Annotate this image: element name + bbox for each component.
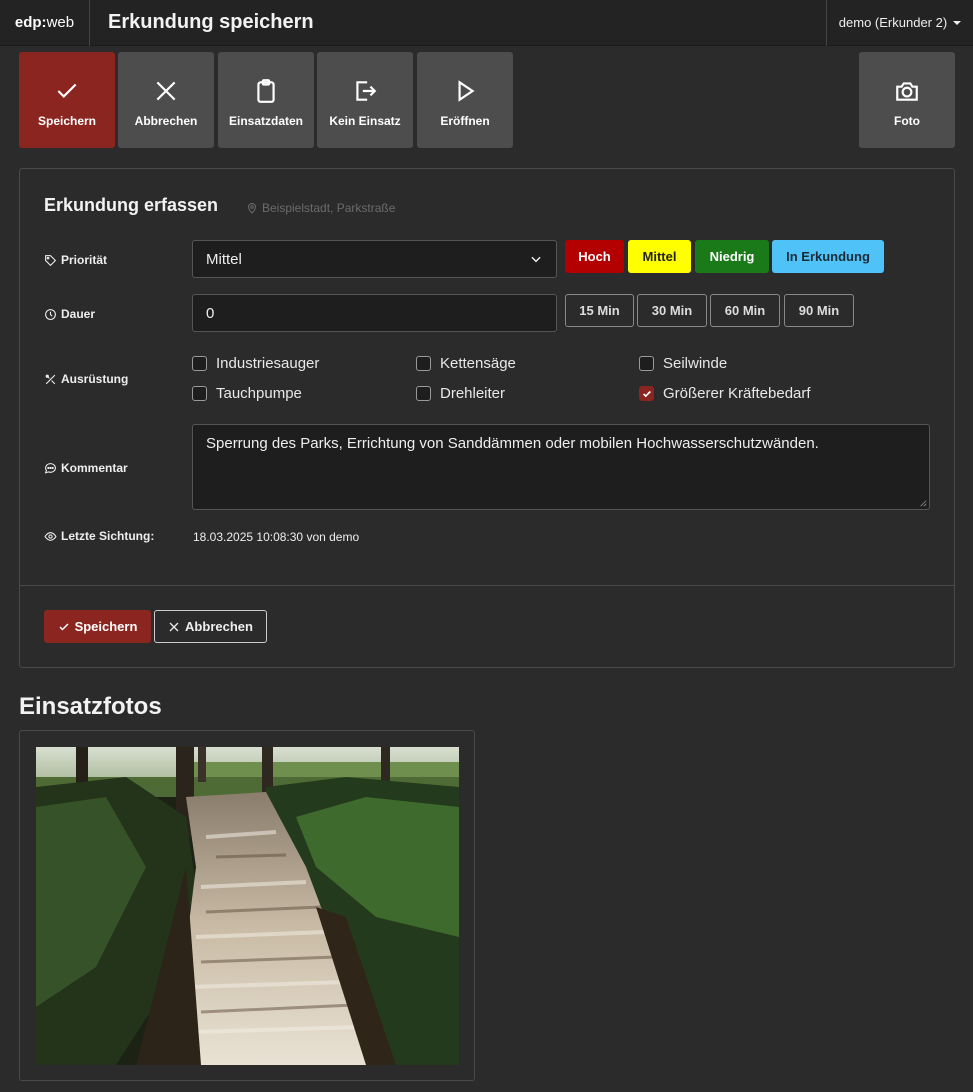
open-button-label: Eröffnen	[440, 114, 490, 128]
duration-input[interactable]: 0	[192, 294, 557, 332]
tools-icon	[45, 374, 56, 384]
checkbox-box[interactable]	[639, 356, 654, 371]
user-name: demo (Erkunder 2)	[838, 15, 948, 30]
top-navbar: edp: web Erkundung speichern demo (Erkund…	[0, 0, 973, 46]
priority-exploring-button[interactable]: In Erkundung	[772, 240, 884, 273]
check-icon	[57, 83, 77, 98]
comment-textarea[interactable]: Sperrung des Parks, Errichtung von Sandd…	[192, 424, 930, 510]
chat-bubble-icon	[44, 462, 56, 474]
equipment-checkbox-drehleiter[interactable]: Drehleiter	[416, 385, 505, 402]
priority-low-button[interactable]: Niedrig	[695, 240, 769, 273]
brand-logo[interactable]: edp: web	[0, 0, 90, 46]
duration-label-text: Dauer	[61, 307, 96, 321]
mission-data-button[interactable]: Einsatzdaten	[218, 52, 314, 148]
location-text: Beispielstadt, Parkstraße	[262, 201, 396, 215]
check-icon	[59, 622, 69, 631]
equipment-checkbox-groesserer-kraeftebedarf[interactable]: Größerer Kräftebedarf	[639, 385, 811, 402]
exit-icon	[356, 81, 377, 101]
duration-60-button[interactable]: 60 Min	[710, 294, 780, 327]
clipboard-icon	[257, 79, 275, 103]
last-sighting-label-text: Letzte Sichtung:	[61, 529, 155, 543]
exploration-card: Erkundung erfassen Beispielstadt, Parkst…	[19, 168, 955, 668]
form-cancel-label: Abbrechen	[185, 619, 253, 634]
mission-photo[interactable]	[36, 747, 459, 1065]
priority-label: Priorität	[44, 253, 107, 267]
comment-label: Kommentar	[44, 461, 128, 475]
last-sighting-value: 18.03.2025 10:08:30 von demo	[193, 530, 360, 544]
caret-down-icon	[953, 20, 962, 25]
duration-30-button[interactable]: 30 Min	[637, 294, 707, 327]
location: Beispielstadt, Parkstraße	[246, 201, 395, 215]
close-icon	[169, 622, 179, 631]
comment-label-text: Kommentar	[61, 461, 128, 475]
equipment-checkbox-tauchpumpe[interactable]: Tauchpumpe	[192, 385, 302, 402]
duration-90-button[interactable]: 90 Min	[784, 294, 854, 327]
equipment-item-label: Kettensäge	[440, 355, 516, 372]
checkbox-box[interactable]	[192, 386, 207, 401]
eye-icon	[44, 531, 57, 541]
chevron-down-icon	[531, 256, 541, 263]
card-title: Erkundung erfassen	[44, 195, 219, 215]
duration-input-value: 0	[206, 304, 215, 322]
equipment-item-label: Größerer Kräftebedarf	[663, 385, 811, 402]
equipment-item-label: Drehleiter	[440, 385, 506, 402]
equipment-checkbox-kettensaege[interactable]: Kettensäge	[416, 355, 516, 372]
priority-medium-button[interactable]: Mittel	[628, 240, 691, 273]
equipment-label-text: Ausrüstung	[61, 372, 129, 386]
close-icon	[156, 81, 176, 101]
checkbox-box[interactable]	[416, 386, 431, 401]
last-sighting-label: Letzte Sichtung:	[44, 529, 154, 543]
equipment-item-label: Tauchpumpe	[216, 385, 302, 402]
save-button-label: Speichern	[37, 114, 97, 128]
no-mission-label: Kein Einsatz	[329, 114, 401, 128]
resize-handle-icon[interactable]	[919, 499, 927, 507]
duration-label: Dauer	[44, 307, 95, 321]
priority-high-button[interactable]: Hoch	[565, 240, 624, 273]
flooded-park-photo	[36, 747, 459, 1065]
photo-card	[19, 730, 475, 1081]
form-save-button[interactable]: Speichern	[44, 610, 151, 643]
photo-button[interactable]: Foto	[859, 52, 955, 148]
map-pin-icon	[247, 203, 257, 214]
form-cancel-button[interactable]: Abbrechen	[154, 610, 267, 643]
clock-icon	[45, 308, 56, 320]
page-title: Erkundung speichern	[108, 11, 314, 33]
save-button[interactable]: Speichern	[19, 52, 115, 148]
photos-heading: Einsatzfotos	[19, 693, 162, 720]
equipment-item-label: Seilwinde	[663, 355, 728, 372]
checkbox-box-checked[interactable]	[639, 386, 654, 401]
priority-label-text: Priorität	[61, 253, 108, 267]
cancel-button[interactable]: Abbrechen	[118, 52, 214, 148]
priority-select-value: Mittel	[206, 250, 242, 268]
cancel-button-label: Abbrechen	[134, 114, 198, 128]
brand-rest: web	[46, 14, 75, 31]
duration-15-button[interactable]: 15 Min	[565, 294, 634, 327]
card-divider	[20, 585, 954, 586]
checkbox-box[interactable]	[192, 356, 207, 371]
equipment-item-label: Industriesauger	[216, 355, 320, 372]
comment-text: Sperrung des Parks, Errichtung von Sandd…	[206, 435, 819, 452]
equipment-checkbox-industriesauger[interactable]: Industriesauger	[192, 355, 319, 372]
form-save-label: Speichern	[74, 619, 138, 634]
checkbox-box[interactable]	[416, 356, 431, 371]
no-mission-button[interactable]: Kein Einsatz	[317, 52, 413, 148]
priority-select[interactable]: Mittel	[192, 240, 557, 278]
check-icon	[642, 390, 651, 397]
equipment-checkbox-seilwinde[interactable]: Seilwinde	[639, 355, 727, 372]
play-icon	[458, 80, 475, 102]
mission-data-label: Einsatzdaten	[228, 114, 303, 128]
brand-bold: edp:	[14, 14, 47, 31]
equipment-label: Ausrüstung	[44, 372, 128, 386]
user-menu[interactable]: demo (Erkunder 2)	[826, 0, 973, 46]
tag-icon	[45, 254, 57, 266]
camera-icon	[896, 82, 918, 101]
photo-button-label: Foto	[894, 114, 920, 128]
open-button[interactable]: Eröffnen	[417, 52, 513, 148]
